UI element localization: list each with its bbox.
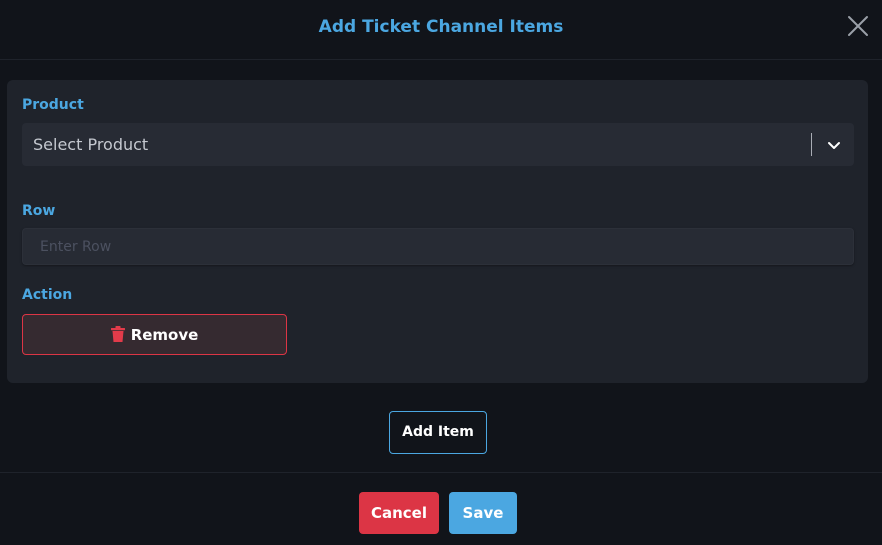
modal-title: Add Ticket Channel Items xyxy=(318,17,564,37)
item-card: Product Select Product Row Action Remove xyxy=(7,80,868,383)
remove-button-label: Remove xyxy=(130,326,199,344)
product-label: Product xyxy=(22,97,84,113)
remove-button[interactable]: Remove xyxy=(22,314,287,355)
row-label: Row xyxy=(22,203,56,219)
add-item-button[interactable]: Add Item xyxy=(389,411,487,454)
row-input[interactable] xyxy=(22,228,854,265)
product-select-value: Select Product xyxy=(33,135,149,154)
product-select[interactable]: Select Product xyxy=(22,123,854,166)
close-icon xyxy=(848,16,868,36)
modal-header: Add Ticket Channel Items xyxy=(0,0,882,60)
action-label: Action xyxy=(22,287,73,303)
close-button[interactable] xyxy=(846,14,870,38)
modal-footer: Cancel Save xyxy=(0,472,882,545)
remove-button-content: Remove xyxy=(23,326,286,344)
trash-icon xyxy=(110,326,125,342)
save-button[interactable]: Save xyxy=(449,492,517,534)
select-separator xyxy=(811,133,812,156)
cancel-button[interactable]: Cancel xyxy=(359,492,439,534)
add-ticket-channel-items-modal: Add Ticket Channel Items Product Select … xyxy=(0,0,882,545)
chevron-down-icon[interactable] xyxy=(826,137,842,153)
